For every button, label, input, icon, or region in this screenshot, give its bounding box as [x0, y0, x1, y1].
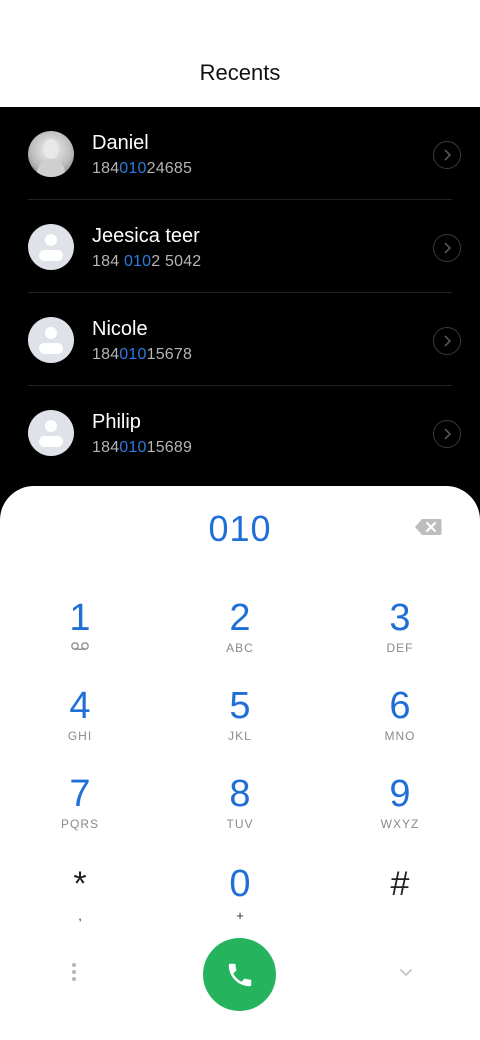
backspace-icon[interactable]	[414, 518, 442, 536]
recent-call-row[interactable]: Daniel 18401024685	[0, 107, 480, 200]
dial-key-3[interactable]: 3 DEF	[345, 596, 455, 676]
contact-number: 18401015689	[92, 439, 193, 456]
contact-number: 18401024685	[92, 160, 193, 177]
dial-key-5[interactable]: 5 JKL	[185, 684, 295, 764]
recents-list: Daniel 18401024685 Jeesica teer 184 0102…	[0, 107, 480, 487]
call-button[interactable]	[203, 938, 276, 1011]
chevron-down-icon[interactable]	[396, 966, 416, 980]
contact-number: 184 0102 5042	[92, 253, 202, 270]
contact-name: Daniel	[92, 132, 149, 154]
dial-key-0[interactable]: 0 +	[185, 862, 295, 942]
dial-key-9[interactable]: 9 WXYZ	[345, 772, 455, 852]
dial-key-star[interactable]: * ,	[25, 862, 135, 942]
dial-key-4[interactable]: 4 GHI	[25, 684, 135, 764]
contact-photo-avatar	[28, 131, 74, 177]
chevron-right-icon[interactable]	[433, 327, 461, 355]
dial-key-6[interactable]: 6 MNO	[345, 684, 455, 764]
recent-call-row[interactable]: Philip 18401015689	[0, 386, 480, 479]
chevron-right-icon[interactable]	[433, 141, 461, 169]
contact-name: Philip	[92, 411, 141, 433]
default-avatar-icon	[28, 224, 74, 270]
phone-icon	[228, 963, 251, 986]
dial-key-7[interactable]: 7 PQRS	[25, 772, 135, 852]
more-vertical-icon[interactable]	[66, 960, 82, 986]
contact-number: 18401015678	[92, 346, 193, 363]
chevron-right-icon[interactable]	[433, 420, 461, 448]
dial-key-8[interactable]: 8 TUV	[185, 772, 295, 852]
dial-key-hash[interactable]: #	[345, 862, 455, 942]
dial-key-2[interactable]: 2 ABC	[185, 596, 295, 676]
recent-call-row[interactable]: Jeesica teer 184 0102 5042	[0, 200, 480, 293]
recent-call-row[interactable]: Nicole 18401015678	[0, 293, 480, 386]
voicemail-icon	[71, 642, 89, 650]
chevron-right-icon[interactable]	[433, 234, 461, 262]
default-avatar-icon	[28, 317, 74, 363]
default-avatar-icon	[28, 410, 74, 456]
dialed-number-display[interactable]: 010	[0, 508, 480, 550]
contact-name: Jeesica teer	[92, 225, 200, 247]
contact-name: Nicole	[92, 318, 148, 340]
app-header: Recents	[0, 0, 480, 107]
dial-pad-panel: 010 1 2 ABC 3 DEF 4 GHI 5 JKL 6 MNO 7 PQ…	[0, 486, 480, 1040]
dial-key-1[interactable]: 1	[25, 596, 135, 676]
page-title: Recents	[199, 59, 281, 85]
